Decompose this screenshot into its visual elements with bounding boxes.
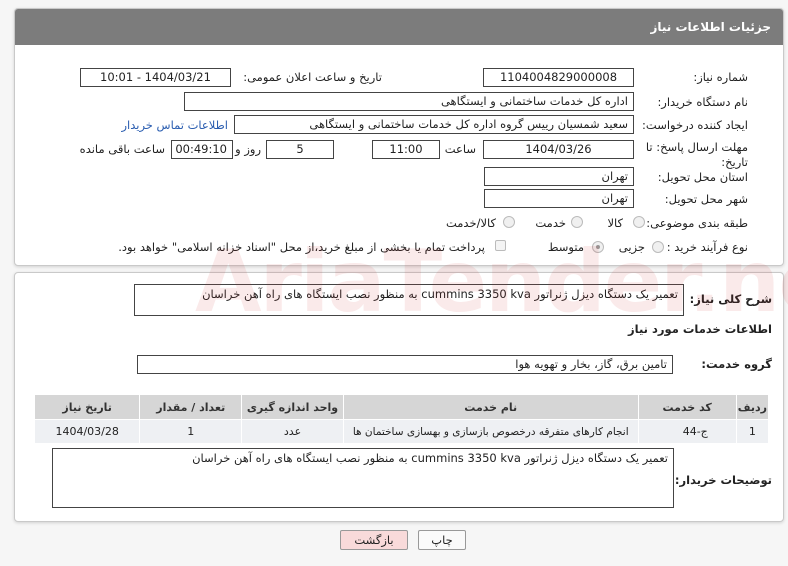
city-field: تهران xyxy=(484,189,634,208)
creator-label: ایجاد کننده درخواست: xyxy=(642,118,748,132)
col-service-code: کد خدمت xyxy=(637,394,737,420)
deadline-date-field: 1404/03/26 xyxy=(483,140,634,159)
service-group-field: تامین برق، گاز، بخار و تهویه هوا xyxy=(137,355,673,374)
deadline-time-label: ساعت xyxy=(444,142,476,156)
col-unit: واحد اندازه گیری xyxy=(241,394,344,420)
col-quantity: تعداد / مقدار xyxy=(139,394,243,420)
province-field: تهران xyxy=(484,167,634,186)
service-group-label: گروه خدمت: xyxy=(701,357,772,371)
print-button[interactable]: چاپ xyxy=(418,530,466,550)
back-button[interactable]: بازگشت xyxy=(340,530,408,550)
cell-service-name: انجام کارهای متفرقه درخصوص بازسازی و بهس… xyxy=(342,419,639,444)
announce-date-label: تاریخ و ساعت اعلان عمومی: xyxy=(243,70,382,84)
cell-need-date: 1404/03/28 xyxy=(33,419,141,444)
table-row: 1 ج-44 انجام کارهای متفرقه درخصوص بازساز… xyxy=(33,419,770,444)
treasury-payment-note: پرداخت تمام یا بخشی از مبلغ خرید،از محل … xyxy=(118,240,485,254)
buyer-contact-link[interactable]: اطلاعات تماس خریدار xyxy=(121,118,228,132)
page-title: جزئیات اطلاعات نیاز xyxy=(15,9,783,45)
cell-row-number: 1 xyxy=(735,419,770,444)
process-radio-medium[interactable] xyxy=(592,241,604,253)
col-need-date: تاریخ نیاز xyxy=(33,394,141,420)
category-label: طبقه بندی موضوعی: xyxy=(646,216,748,230)
services-table: ردیف کد خدمت نام خدمت واحد اندازه گیری ت… xyxy=(33,394,770,444)
buyer-name-label: نام دستگاه خریدار: xyxy=(657,95,748,109)
remaining-time-label: ساعت باقی مانده xyxy=(79,142,165,156)
col-service-name: نام خدمت xyxy=(342,394,639,420)
cell-service-code: ج-44 xyxy=(637,419,737,444)
category-option-service: خدمت xyxy=(535,216,566,230)
services-table-header: ردیف کد خدمت نام خدمت واحد اندازه گیری ت… xyxy=(33,394,770,420)
cell-quantity: 1 xyxy=(139,419,243,444)
days-field: 5 xyxy=(266,140,334,159)
category-radio-service[interactable] xyxy=(571,216,583,228)
buyer-notes-label: توضیحات خریدار: xyxy=(674,473,772,487)
buyer-notes-textarea[interactable]: تعمیر یک دستگاه دیزل ژنراتور cummins 335… xyxy=(52,448,674,508)
category-option-goods: کالا xyxy=(607,216,623,230)
process-type-label: نوع فرآیند خرید : xyxy=(666,240,748,254)
process-radio-minor[interactable] xyxy=(652,241,664,253)
need-number-label: شماره نیاز: xyxy=(693,70,748,84)
days-label: روز و xyxy=(235,142,261,156)
category-radio-goods-service[interactable] xyxy=(503,216,515,228)
creator-field: سعید شمسیان رییس گروه اداره کل خدمات ساخ… xyxy=(234,115,634,134)
col-row-number: ردیف xyxy=(735,394,770,420)
province-label: استان محل تحویل: xyxy=(657,170,748,184)
remaining-time-field: 00:49:10 xyxy=(171,140,233,159)
description-textarea[interactable]: تعمیر یک دستگاه دیزل ژنراتور cummins 335… xyxy=(134,284,684,316)
buyer-name-field: اداره کل خدمات ساختمانی و ایستگاهی xyxy=(184,92,634,111)
city-label: شهر محل تحویل: xyxy=(664,192,748,206)
deadline-label: مهلت ارسال پاسخ: تا تاریخ: xyxy=(645,140,748,169)
category-option-goods-service: کالا/خدمت xyxy=(445,216,496,230)
category-radio-goods[interactable] xyxy=(633,216,645,228)
announce-date-field: 1404/03/21 - 10:01 xyxy=(80,68,231,87)
process-option-medium: متوسط xyxy=(547,240,584,254)
deadline-time-field: 11:00 xyxy=(372,140,440,159)
treasury-payment-checkbox[interactable] xyxy=(495,240,506,251)
services-section-title: اطلاعات خدمات مورد نیاز xyxy=(628,322,772,336)
cell-unit: عدد xyxy=(241,419,344,444)
need-number-field: 1104004829000008 xyxy=(483,68,634,87)
description-label: شرح کلی نیاز: xyxy=(689,292,772,306)
process-option-minor: جزیی xyxy=(618,240,645,254)
